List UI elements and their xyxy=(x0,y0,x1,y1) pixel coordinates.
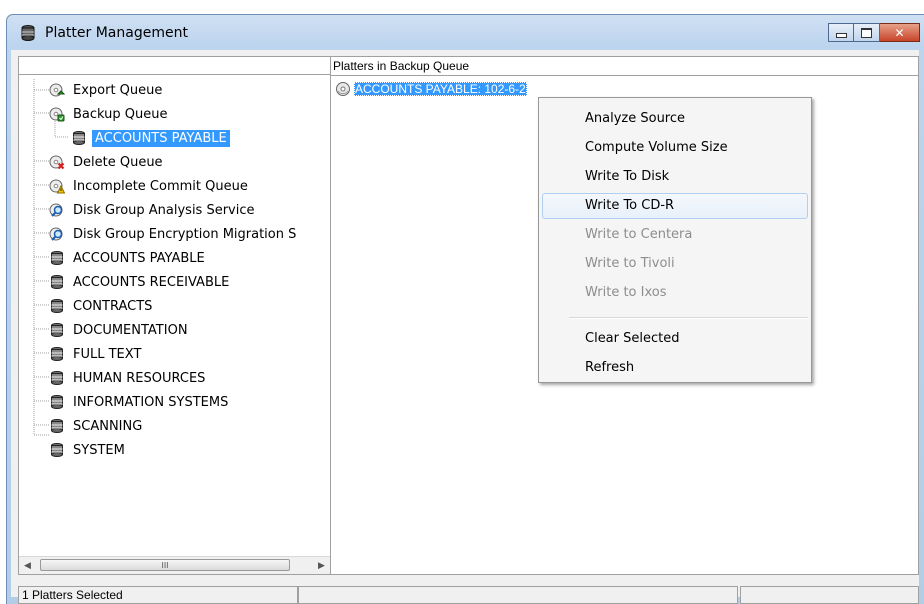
database-icon xyxy=(49,322,65,338)
scroll-thumb-grip: III xyxy=(161,560,169,570)
tree-item-label: SCANNING xyxy=(73,418,143,434)
menu-item-compute-volume-size[interactable]: Compute Volume Size xyxy=(542,135,808,161)
maximize-button[interactable] xyxy=(854,23,880,42)
tree-item-label: ACCOUNTS PAYABLE xyxy=(73,250,205,266)
tree-item[interactable]: Incomplete Commit Queue xyxy=(49,175,251,197)
tree-item[interactable]: SCANNING xyxy=(49,415,145,437)
database-icon xyxy=(49,298,65,314)
warning-queue-icon xyxy=(49,178,66,194)
status-message: 1 Platters Selected xyxy=(18,586,298,604)
platter-list-item[interactable]: ACCOUNTS PAYABLE: 102-6-2 xyxy=(335,81,527,97)
status-panel-3 xyxy=(740,586,919,604)
database-icon xyxy=(49,394,65,410)
tree-item-label: Delete Queue xyxy=(73,154,163,170)
export-queue-icon xyxy=(49,82,66,98)
status-panel-2 xyxy=(298,586,738,604)
tree-header xyxy=(19,57,330,75)
menu-item-write-to-tivoli: Write to Tivoli xyxy=(585,256,675,271)
menu-separator xyxy=(569,317,808,319)
maximize-icon xyxy=(861,27,872,38)
close-icon: ✕ xyxy=(894,25,905,40)
tree-item-label: DOCUMENTATION xyxy=(73,322,188,338)
tree-item[interactable]: Export Queue xyxy=(49,79,165,101)
tree-item[interactable]: HUMAN RESOURCES xyxy=(49,367,208,389)
menu-item-refresh[interactable]: Refresh xyxy=(542,355,808,381)
tree-item-label: FULL TEXT xyxy=(73,346,142,362)
database-icon xyxy=(49,418,65,434)
tree-item-label: INFORMATION SYSTEMS xyxy=(73,394,229,410)
tree-item[interactable]: INFORMATION SYSTEMS xyxy=(49,391,231,413)
tree-item-label: Disk Group Analysis Service xyxy=(73,202,255,218)
database-icon xyxy=(71,130,87,146)
tree-pane: Export Queue Backup Queue ACCOUNTS PAYABLE… xyxy=(18,56,331,575)
analysis-service-icon xyxy=(49,202,65,218)
tree-item-label: Backup Queue xyxy=(73,106,168,122)
close-button[interactable]: ✕ xyxy=(880,23,920,42)
menu-item-write-to-cd-r[interactable]: Write To CD-R xyxy=(542,193,808,219)
minimize-icon xyxy=(835,33,847,38)
tree-item[interactable]: Disk Group Analysis Service xyxy=(49,199,258,221)
tree-item-label: CONTRACTS xyxy=(73,298,153,314)
database-icon xyxy=(49,370,65,386)
tree-item-label: HUMAN RESOURCES xyxy=(73,370,206,386)
platters-column-header[interactable]: Platters in Backup Queue xyxy=(331,57,918,76)
caption-buttons: ✕ xyxy=(828,23,920,43)
platter-management-app-icon xyxy=(21,25,35,41)
database-icon xyxy=(49,442,65,458)
menu-item-analyze-source[interactable]: Analyze Source xyxy=(542,106,808,132)
tree-item[interactable]: ACCOUNTS RECEIVABLE xyxy=(49,271,232,293)
delete-queue-icon xyxy=(49,154,65,170)
backup-queue-icon xyxy=(49,106,65,122)
tree-item[interactable]: Delete Queue xyxy=(49,151,166,173)
tree-item[interactable]: SYSTEM xyxy=(49,439,128,461)
tree-item-label: Disk Group Encryption Migration S xyxy=(73,226,297,242)
menu-item-write-to-ixos: Write to Ixos xyxy=(585,285,667,300)
scroll-left-arrow-icon[interactable]: ◀ xyxy=(19,557,36,574)
database-icon xyxy=(49,274,65,290)
status-bar: 1 Platters Selected xyxy=(11,586,919,604)
menu-item-write-to-disk[interactable]: Write To Disk xyxy=(542,164,808,190)
tree-item-label: ACCOUNTS RECEIVABLE xyxy=(73,274,230,290)
tree-item[interactable]: ACCOUNTS PAYABLE xyxy=(71,127,230,149)
minimize-button[interactable] xyxy=(828,23,854,42)
platter-context-menu: Analyze Source Compute Volume Size Write T… xyxy=(538,97,812,383)
window-title: Platter Management xyxy=(45,25,188,41)
analysis-service-icon xyxy=(49,226,65,242)
menu-item-clear-selected[interactable]: Clear Selected xyxy=(542,326,808,352)
tree-item[interactable]: FULL TEXT xyxy=(49,343,144,365)
tree-item[interactable]: Disk Group Encryption Migration S xyxy=(49,223,299,245)
tree-item[interactable]: Backup Queue xyxy=(49,103,171,125)
tree-item-label: Export Queue xyxy=(73,82,163,98)
queue-tree: Export Queue Backup Queue ACCOUNTS PAYABLE… xyxy=(19,79,330,557)
platter-disc-icon xyxy=(336,82,350,96)
tree-item[interactable]: CONTRACTS xyxy=(49,295,155,317)
scroll-right-arrow-icon[interactable]: ▶ xyxy=(313,557,330,574)
database-icon xyxy=(49,250,65,266)
title-bar[interactable]: Platter Management ✕ xyxy=(7,15,924,51)
menu-item-write-to-centera: Write to Centera xyxy=(585,227,693,242)
platter-label: ACCOUNTS PAYABLE: 102-6-2 xyxy=(354,82,527,96)
database-icon xyxy=(49,346,65,362)
tree-item-label: SYSTEM xyxy=(73,442,125,458)
tree-horizontal-scrollbar[interactable]: ◀ III ▶ xyxy=(19,556,330,574)
scroll-thumb[interactable]: III xyxy=(40,559,290,571)
tree-item[interactable]: ACCOUNTS PAYABLE xyxy=(49,247,208,269)
tree-item-label: Incomplete Commit Queue xyxy=(73,178,248,194)
tree-item-label: ACCOUNTS PAYABLE xyxy=(92,129,230,147)
tree-item[interactable]: DOCUMENTATION xyxy=(49,319,191,341)
